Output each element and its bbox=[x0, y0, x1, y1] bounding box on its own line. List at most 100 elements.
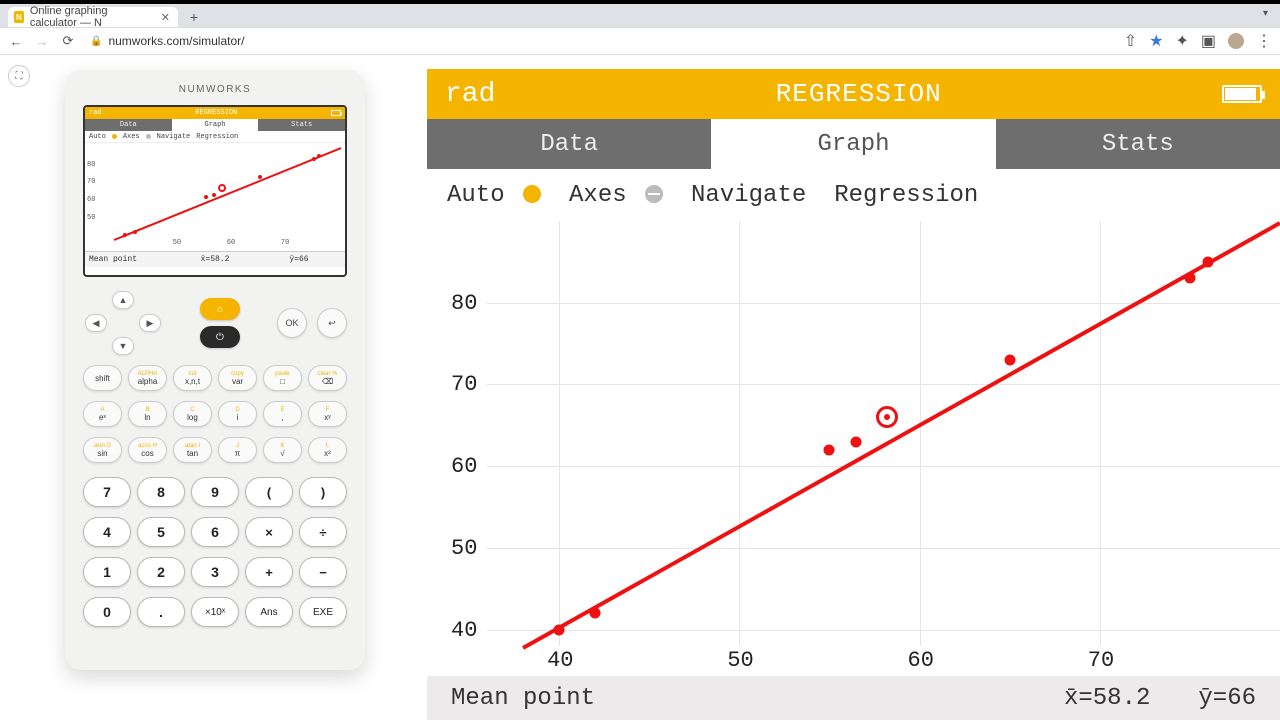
tab-title: Online graphing calculator — N bbox=[30, 5, 155, 29]
dot-icon bbox=[523, 185, 541, 203]
numkey-5[interactable]: 5 bbox=[137, 517, 185, 547]
numkey-9[interactable]: 9 bbox=[191, 477, 239, 507]
battery-icon bbox=[1222, 85, 1262, 103]
emulator-display: rad REGRESSION Data Graph Stats Auto Axe… bbox=[427, 69, 1280, 720]
extensions-icon[interactable]: ✦ bbox=[1175, 31, 1188, 51]
mini-rad: rad bbox=[89, 109, 102, 117]
lock-icon: 🔒 bbox=[90, 36, 102, 47]
tab-stats[interactable]: Stats bbox=[996, 119, 1280, 169]
numkey-0[interactable]: 0 bbox=[83, 597, 131, 627]
key-alpha[interactable]: ALPHAalpha bbox=[128, 365, 167, 391]
key-sin[interactable]: asin Gsin bbox=[83, 437, 122, 463]
mini-tab-data: Data bbox=[85, 119, 172, 131]
mini-status-ybar: ȳ=66 bbox=[257, 255, 341, 264]
opt-regression[interactable]: Regression bbox=[834, 182, 978, 209]
browser-toolbar: ← → ⟳ 🔒 numworks.com/simulator/ ⇧ ★ ✦ ▣ … bbox=[0, 27, 1280, 55]
share-icon[interactable]: ⇧ bbox=[1124, 31, 1137, 51]
new-tab-button[interactable]: + bbox=[184, 7, 204, 27]
opt-navigate[interactable]: Navigate bbox=[691, 182, 806, 209]
status-label: Mean point bbox=[427, 685, 619, 712]
numkey-EXE[interactable]: EXE bbox=[299, 597, 347, 627]
power-button[interactable]: ⏻ bbox=[200, 326, 240, 348]
emu-title: REGRESSION bbox=[495, 79, 1222, 109]
close-icon[interactable]: ✕ bbox=[161, 11, 170, 24]
key-π[interactable]: Jπ bbox=[218, 437, 257, 463]
key-x,n,t[interactable]: cutx,n,t bbox=[173, 365, 212, 391]
numkey-8[interactable]: 8 bbox=[137, 477, 185, 507]
key-,[interactable]: E, bbox=[263, 401, 302, 427]
emu-rad: rad bbox=[445, 79, 495, 110]
ok-button[interactable]: OK bbox=[277, 308, 307, 338]
tab-data[interactable]: Data bbox=[427, 119, 711, 169]
menu-icon[interactable]: ⋮ bbox=[1256, 31, 1272, 51]
dpad: ▲ ▼ ◀ ▶ bbox=[83, 291, 163, 355]
numkey-7[interactable]: 7 bbox=[83, 477, 131, 507]
numkey-)[interactable]: ) bbox=[299, 477, 347, 507]
numkey-+[interactable]: + bbox=[245, 557, 293, 587]
numkey-6[interactable]: 6 bbox=[191, 517, 239, 547]
tab-graph[interactable]: Graph bbox=[711, 119, 995, 169]
mini-opt-auto: Auto bbox=[89, 133, 106, 141]
numkey-1[interactable]: 1 bbox=[83, 557, 131, 587]
opt-auto[interactable]: Auto bbox=[447, 182, 505, 209]
mini-tab-graph: Graph bbox=[172, 119, 259, 131]
address-bar[interactable]: 🔒 numworks.com/simulator/ bbox=[86, 31, 1114, 51]
numkey-2[interactable]: 2 bbox=[137, 557, 185, 587]
tab-favicon: N bbox=[14, 11, 24, 23]
home-button[interactable]: ⌂ bbox=[200, 298, 240, 320]
mini-tab-stats: Stats bbox=[258, 119, 345, 131]
calculator-device: NUMWORKS rad REGRESSION Data Graph Stats… bbox=[65, 70, 365, 670]
mini-status-xbar: x̄=58.2 bbox=[173, 255, 257, 264]
key-var[interactable]: copyvar bbox=[218, 365, 257, 391]
browser-tab[interactable]: N Online graphing calculator — N ✕ bbox=[8, 7, 178, 27]
status-xbar: x̄=58.2 bbox=[1040, 685, 1174, 712]
forward-button[interactable]: → bbox=[34, 34, 50, 49]
dpad-left[interactable]: ◀ bbox=[85, 314, 107, 332]
key-ln[interactable]: Bln bbox=[128, 401, 167, 427]
status-ybar: ȳ=66 bbox=[1174, 685, 1280, 712]
window-chevron-icon[interactable]: ▾ bbox=[1263, 8, 1268, 19]
dot-icon bbox=[645, 185, 663, 203]
numkey-×10ˣ[interactable]: ×10ˣ bbox=[191, 597, 239, 627]
key-x²[interactable]: Lx² bbox=[308, 437, 347, 463]
dpad-right[interactable]: ▶ bbox=[139, 314, 161, 332]
mini-opt-navigate: Navigate bbox=[157, 133, 191, 141]
key-log[interactable]: Clog bbox=[173, 401, 212, 427]
key-i[interactable]: Di bbox=[218, 401, 257, 427]
battery-icon bbox=[331, 110, 341, 116]
emu-plot[interactable]: 405060704050607080 bbox=[427, 221, 1280, 676]
opt-axes[interactable]: Axes bbox=[569, 182, 627, 209]
key-⌫[interactable]: clear %⌫ bbox=[308, 365, 347, 391]
mini-title: REGRESSION bbox=[102, 109, 331, 117]
back-button[interactable]: ← bbox=[8, 34, 24, 49]
profile-avatar[interactable] bbox=[1228, 33, 1244, 49]
mini-status-label: Mean point bbox=[89, 255, 173, 264]
numkey-4[interactable]: 4 bbox=[83, 517, 131, 547]
key-eˣ[interactable]: Aeˣ bbox=[83, 401, 122, 427]
dpad-up[interactable]: ▲ bbox=[112, 291, 134, 309]
key-cos[interactable]: acos Hcos bbox=[128, 437, 167, 463]
bookmark-icon[interactable]: ★ bbox=[1149, 31, 1163, 51]
numkey-÷[interactable]: ÷ bbox=[299, 517, 347, 547]
browser-tab-strip: N Online graphing calculator — N ✕ + ▾ bbox=[0, 4, 1280, 27]
reload-button[interactable]: ⟳ bbox=[60, 33, 76, 49]
mini-opt-axes: Axes bbox=[123, 133, 140, 141]
key-tan[interactable]: atan Itan bbox=[173, 437, 212, 463]
fullscreen-button[interactable]: ⛶ bbox=[8, 65, 30, 87]
numkey-3[interactable]: 3 bbox=[191, 557, 239, 587]
device-screen[interactable]: rad REGRESSION Data Graph Stats Auto Axe… bbox=[83, 105, 347, 277]
key-xʸ[interactable]: Fxʸ bbox=[308, 401, 347, 427]
key-√[interactable]: K√ bbox=[263, 437, 302, 463]
numkey-×[interactable]: × bbox=[245, 517, 293, 547]
numkey-Ans[interactable]: Ans bbox=[245, 597, 293, 627]
numkey-−[interactable]: − bbox=[299, 557, 347, 587]
numkey-.[interactable]: . bbox=[137, 597, 185, 627]
panel-icon[interactable]: ▣ bbox=[1201, 31, 1216, 51]
device-brand: NUMWORKS bbox=[83, 84, 347, 95]
key-shift[interactable]: shift bbox=[83, 365, 122, 391]
back-button-calc[interactable]: ↩ bbox=[317, 308, 347, 338]
mini-opt-regression: Regression bbox=[196, 133, 238, 141]
key-□[interactable]: paste□ bbox=[263, 365, 302, 391]
dpad-down[interactable]: ▼ bbox=[112, 337, 134, 355]
numkey-([interactable]: ( bbox=[245, 477, 293, 507]
